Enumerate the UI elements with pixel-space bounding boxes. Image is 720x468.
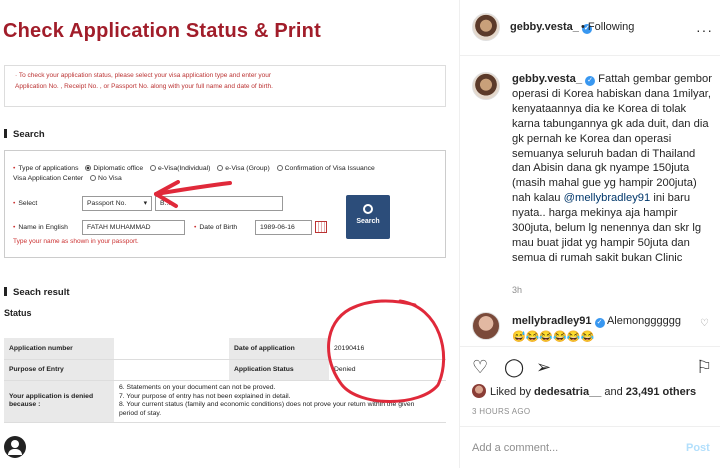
status-label: Status [4,308,32,318]
application-type-row-2: Visa Application Center No Visa [13,175,122,182]
application-type-row: • Type of applications Diplomatic office … [13,165,375,172]
calendar-icon[interactable] [315,221,327,233]
id-type-select[interactable]: Passport No. ▾ [82,196,152,211]
page-title: Check Application Status & Print [3,20,321,42]
radio-button[interactable] [90,175,97,181]
author-avatar[interactable] [472,13,500,41]
comment: mellybradley91 ✓ Alemongggggg 😅😂😂😂😂😂 [512,315,681,343]
select-label: • Select [13,200,38,207]
search-button[interactable]: Search [346,195,390,239]
action-bar: ♡ ◯ ➢ ⚐ [460,346,720,384]
more-options-icon[interactable]: ··· [696,22,713,38]
caption: gebby.vesta_ ✓ Fattah gembar gembor opera… [512,73,712,264]
radio-button[interactable] [217,165,224,171]
post-button[interactable]: Post [686,442,710,454]
red-circle-annotation [327,299,446,403]
liker-avatar [472,384,486,398]
following-button[interactable]: • Following [581,21,634,33]
dob-label: • Date of Birth [194,224,238,231]
radio-button[interactable] [85,165,92,171]
like-icon[interactable]: ♡ [472,357,488,378]
mention-link[interactable]: @mellybradley91 [564,192,651,204]
likes-summary: Liked by dedesatria__ and 23,491 others [472,384,696,398]
search-heading: Search [4,129,45,140]
dob-input[interactable]: 1989-06-16 [255,220,312,235]
post-panel: gebby.vesta_ ✓ • Following ··· gebby.vest… [460,0,720,468]
magnifier-icon [363,204,373,214]
caption-username[interactable]: gebby.vesta_ [512,73,582,85]
radio-button[interactable] [150,165,156,171]
type-label: Type of applications [18,165,79,172]
instruction-line: · To check your application status, plea… [15,72,272,79]
instructions-box: · To check your application status, plea… [4,65,446,107]
share-icon[interactable]: ➢ [536,357,551,378]
comment-emojis: 😅😂😂😂😂😂 [512,331,595,343]
comment-input[interactable]: Add a comment... [472,442,558,454]
posted-time: 3 HOURS AGO [472,407,531,416]
name-label: • Name in English [13,224,68,231]
author-username[interactable]: gebby.vesta_ ✓ [510,21,592,34]
save-icon[interactable]: ⚐ [696,357,712,378]
caption-time: 3h [512,285,523,295]
name-input[interactable]: FATAH MUHAMMAD [82,220,185,235]
name-hint: Type your name as shown in your passport… [13,238,139,245]
comment-icon[interactable]: ◯ [504,357,524,378]
liker-username[interactable]: dedesatria__ [534,386,601,398]
comment-username[interactable]: mellybradley91 [512,315,592,327]
post-image: Check Application Status & Print · To ch… [0,0,460,468]
caption-avatar[interactable] [472,72,500,100]
verified-icon: ✓ [585,76,596,86]
like-comment-icon[interactable]: ♡ [700,318,709,329]
comment-avatar[interactable] [472,312,500,340]
result-heading: Seach result [4,287,70,298]
instruction-line: Application No. , Receipt No. , or Passp… [15,83,273,90]
add-comment-bar: Add a comment... Post [460,426,720,468]
others-link[interactable]: 23,491 others [626,386,696,398]
radio-button[interactable] [276,165,283,171]
red-arrow-annotation [154,180,232,208]
verified-icon: ✓ [594,318,605,328]
user-profile-icon[interactable] [4,436,26,458]
post-header: gebby.vesta_ ✓ • Following ··· [460,0,720,56]
